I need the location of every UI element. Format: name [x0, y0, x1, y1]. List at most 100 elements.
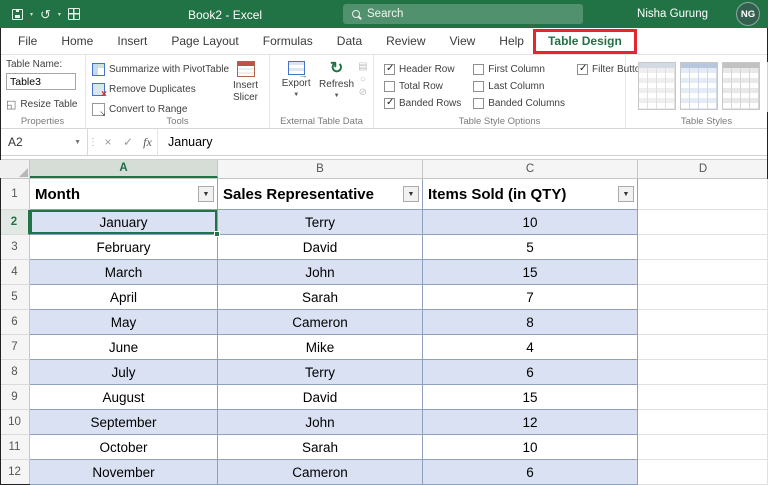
column-header-b[interactable]: B [218, 160, 423, 178]
chevron-down-icon[interactable]: ▾ [58, 11, 61, 18]
cancel-icon[interactable]: × [98, 129, 118, 155]
workbook-icon[interactable] [67, 8, 80, 20]
cell[interactable]: David [218, 235, 423, 260]
cell[interactable]: 15 [423, 385, 638, 410]
row-header[interactable]: 8 [0, 360, 30, 385]
cell[interactable] [638, 335, 768, 360]
cell[interactable] [638, 285, 768, 310]
cell[interactable] [638, 435, 768, 460]
user-name[interactable]: Nisha Gurung [637, 8, 708, 20]
header-cell-items-sold[interactable]: Items Sold (in QTY) ▼ [423, 179, 638, 210]
fill-handle[interactable] [214, 231, 220, 237]
cell[interactable] [638, 410, 768, 435]
cell[interactable]: Sarah [218, 435, 423, 460]
option-banded-rows[interactable]: Banded Rows [384, 97, 461, 109]
cell[interactable] [638, 385, 768, 410]
column-header-d[interactable]: D [638, 160, 768, 178]
cell[interactable]: John [218, 260, 423, 285]
option-last-column[interactable]: Last Column [473, 81, 565, 92]
filter-button-icon[interactable]: ▼ [403, 186, 419, 202]
tab-insert[interactable]: Insert [105, 28, 159, 54]
cell[interactable]: January [30, 210, 220, 237]
tab-page-layout[interactable]: Page Layout [159, 28, 250, 54]
cell[interactable]: September [30, 410, 218, 435]
row-header[interactable]: 7 [0, 335, 30, 360]
cell[interactable] [638, 360, 768, 385]
enter-icon[interactable]: ✓ [118, 129, 138, 155]
cell[interactable]: 15 [423, 260, 638, 285]
chevron-down-icon[interactable]: ▼ [74, 139, 81, 146]
header-cell-sales-representative[interactable]: Sales Representative ▼ [218, 179, 423, 210]
cell[interactable] [638, 235, 768, 260]
cell[interactable]: July [30, 360, 218, 385]
cell[interactable]: November [30, 460, 218, 485]
column-header-c[interactable]: C [423, 160, 638, 178]
row-header[interactable]: 6 [0, 310, 30, 335]
cell[interactable]: David [218, 385, 423, 410]
row-header[interactable]: 2 [0, 210, 30, 235]
cell[interactable]: Sarah [218, 285, 423, 310]
cell[interactable]: Terry [218, 210, 423, 235]
tab-review[interactable]: Review [374, 28, 437, 54]
row-header[interactable]: 1 [0, 179, 30, 210]
name-box[interactable]: A2 ▼ [0, 129, 88, 155]
refresh-button[interactable]: ↻ Refresh ▼ [316, 58, 356, 99]
filter-button-icon[interactable]: ▼ [198, 186, 214, 202]
cell[interactable]: March [30, 260, 218, 285]
table-style-thumbnail[interactable] [722, 62, 760, 110]
cell[interactable]: Cameron [218, 310, 423, 335]
save-icon[interactable] [12, 8, 23, 20]
select-all-button[interactable] [0, 160, 30, 178]
tab-file[interactable]: File [6, 28, 49, 54]
row-header[interactable]: 9 [0, 385, 30, 410]
cell[interactable]: 7 [423, 285, 638, 310]
option-total-row[interactable]: Total Row [384, 81, 461, 92]
filter-button-icon[interactable]: ▼ [618, 186, 634, 202]
header-cell-month[interactable]: Month ▼ [30, 179, 218, 210]
data-range-properties-icon[interactable]: ▤ [358, 62, 367, 72]
open-in-browser-icon[interactable]: ○ [360, 75, 366, 85]
cell[interactable]: Mike [218, 335, 423, 360]
cell[interactable]: August [30, 385, 218, 410]
option-first-column[interactable]: First Column [473, 64, 565, 75]
insert-function-icon[interactable]: fx [138, 129, 158, 155]
row-header[interactable]: 11 [0, 435, 30, 460]
cell[interactable]: February [30, 235, 218, 260]
cell[interactable]: 6 [423, 360, 638, 385]
cell[interactable] [638, 179, 768, 210]
remove-duplicates-button[interactable]: Remove Duplicates [92, 81, 226, 100]
summarize-pivottable-button[interactable]: Summarize with PivotTable [92, 61, 229, 77]
cell[interactable] [638, 310, 768, 335]
cell[interactable]: Cameron [218, 460, 423, 485]
cell[interactable]: June [30, 335, 218, 360]
tab-table-design[interactable]: Table Design [532, 28, 637, 54]
table-style-thumbnail[interactable] [638, 62, 676, 110]
cell[interactable]: 12 [423, 410, 638, 435]
chevron-down-icon[interactable]: ▾ [30, 11, 33, 18]
unlink-icon[interactable]: ⊘ [359, 88, 367, 98]
table-name-input[interactable] [6, 73, 76, 90]
row-header[interactable]: 5 [0, 285, 30, 310]
cell[interactable]: 6 [423, 460, 638, 485]
insert-slicer-button[interactable]: Insert Slicer [226, 58, 265, 117]
table-style-thumbnail[interactable] [680, 62, 718, 110]
row-header[interactable]: 12 [0, 460, 30, 485]
cell[interactable]: 10 [423, 210, 638, 235]
search-box[interactable]: Search [343, 4, 583, 24]
tab-home[interactable]: Home [49, 28, 105, 54]
formula-input[interactable]: January [158, 129, 768, 155]
cell[interactable]: 4 [423, 335, 638, 360]
column-header-a[interactable]: A [30, 160, 218, 178]
cell[interactable]: 10 [423, 435, 638, 460]
cell[interactable]: April [30, 285, 218, 310]
cell[interactable]: October [30, 435, 218, 460]
cell[interactable]: John [218, 410, 423, 435]
cell[interactable]: May [30, 310, 218, 335]
row-header[interactable]: 10 [0, 410, 30, 435]
tab-formulas[interactable]: Formulas [251, 28, 325, 54]
row-header[interactable]: 3 [0, 235, 30, 260]
cell[interactable]: Terry [218, 360, 423, 385]
tab-help[interactable]: Help [487, 28, 536, 54]
cell[interactable] [638, 260, 768, 285]
resize-table-button[interactable]: ◱ Resize Table [6, 99, 81, 110]
